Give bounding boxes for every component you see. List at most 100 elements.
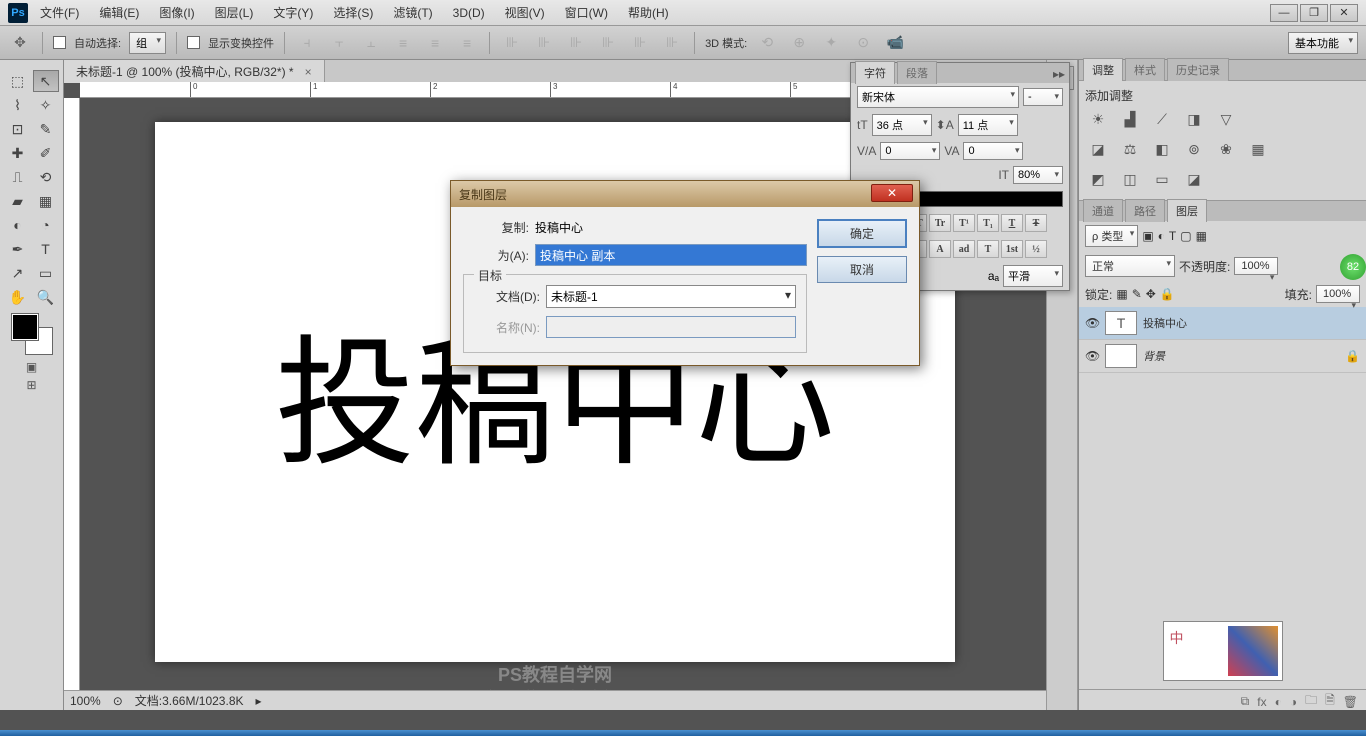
fraction-button[interactable]: ½ [1025, 240, 1047, 258]
titling-button[interactable]: T [977, 240, 999, 258]
tab-character[interactable]: 字符 [855, 61, 895, 84]
balance-icon[interactable]: ⚖ [1119, 140, 1141, 158]
minimize-button[interactable]: — [1270, 4, 1298, 22]
menu-filter[interactable]: 滤镜(T) [385, 2, 440, 23]
stylistic-button[interactable]: ad [953, 240, 975, 258]
visibility-icon[interactable]: 👁 [1085, 316, 1099, 330]
dialog-titlebar[interactable]: 复制图层 ✕ [451, 181, 919, 207]
ordinal-button[interactable]: 1st [1001, 240, 1023, 258]
pen-tool[interactable]: ✒ [5, 238, 31, 260]
layer-row[interactable]: 👁 T 投稿中心 [1079, 307, 1366, 340]
zoom-level[interactable]: 100% [70, 694, 101, 708]
as-input[interactable] [535, 244, 807, 266]
menu-help[interactable]: 帮助(H) [620, 2, 677, 23]
maximize-button[interactable]: ❐ [1300, 4, 1328, 22]
dialog-close-button[interactable]: ✕ [871, 184, 913, 202]
blend-mode-dropdown[interactable]: 正常 [1085, 255, 1175, 277]
hand-tool[interactable]: ✋ [5, 286, 31, 308]
tab-history[interactable]: 历史记录 [1167, 58, 1229, 81]
tab-adjustments[interactable]: 调整 [1083, 58, 1123, 81]
exposure-icon[interactable]: ◨ [1183, 110, 1205, 128]
brush-tool[interactable]: ✐ [33, 142, 59, 164]
layer-thumbnail[interactable]: T [1105, 311, 1137, 335]
navigator-preview[interactable] [1079, 613, 1366, 689]
blur-tool[interactable]: ◐ [5, 214, 31, 236]
smallcaps-button[interactable]: Tr [929, 214, 951, 232]
document-dropdown[interactable]: 未标题-1 [546, 285, 796, 308]
font-family-dropdown[interactable]: 新宋体 [857, 86, 1019, 108]
opacity-input[interactable]: 100% [1234, 257, 1278, 275]
lock-paint-icon[interactable]: ✎ [1132, 287, 1142, 301]
tab-paragraph[interactable]: 段落 [897, 61, 937, 84]
lock-move-icon[interactable]: ✥ [1146, 287, 1156, 301]
workspace-dropdown[interactable]: 基本功能 [1288, 32, 1358, 54]
layer-name[interactable]: 投稿中心 [1143, 315, 1187, 331]
close-button[interactable]: ✕ [1330, 4, 1358, 22]
superscript-button[interactable]: T¹ [953, 214, 975, 232]
visibility-icon[interactable]: 👁 [1085, 349, 1099, 363]
eyedropper-tool[interactable]: ✎ [33, 118, 59, 140]
channel-mixer-icon[interactable]: ⊚ [1183, 140, 1205, 158]
delete-icon[interactable]: 🗑 [1343, 695, 1358, 709]
tab-close-icon[interactable]: × [305, 65, 312, 79]
filter-shape-icon[interactable]: ▢ [1180, 229, 1191, 243]
font-style-dropdown[interactable]: - [1023, 88, 1063, 106]
gradient-map-icon[interactable]: ▭ [1151, 170, 1173, 188]
zoom-slider-icon[interactable]: ⊙ [113, 694, 123, 708]
strike-button[interactable]: Ŧ [1025, 214, 1047, 232]
statusbar-arrow-icon[interactable]: ▸ [256, 694, 262, 708]
bw-icon[interactable]: ◧ [1151, 140, 1173, 158]
menu-window[interactable]: 窗口(W) [557, 2, 616, 23]
move-tool[interactable]: ↖ [33, 70, 59, 92]
menu-3d[interactable]: 3D(D) [445, 4, 493, 22]
path-tool[interactable]: ↗ [5, 262, 31, 284]
lock-transparent-icon[interactable]: ▦ [1116, 287, 1127, 301]
adjustment-icon[interactable]: ◑ [1290, 695, 1297, 709]
tab-styles[interactable]: 样式 [1125, 58, 1165, 81]
collapse-icon[interactable]: ▸▸ [1049, 65, 1069, 83]
menu-image[interactable]: 图像(I) [151, 2, 202, 23]
document-tab[interactable]: 未标题-1 @ 100% (投稿中心, RGB/32*) * × [64, 60, 325, 83]
stamp-tool[interactable]: ⎍ [5, 166, 31, 188]
brightness-icon[interactable]: ☀ [1087, 110, 1109, 128]
lasso-tool[interactable]: ⌇ [5, 94, 31, 116]
filter-type-icon[interactable]: T [1169, 229, 1176, 243]
zoom-tool[interactable]: 🔍 [33, 286, 59, 308]
filter-smart-icon[interactable]: ▦ [1196, 229, 1207, 243]
color-lookup-icon[interactable]: ❀ [1215, 140, 1237, 158]
leading-input[interactable]: 11 点 [958, 114, 1018, 136]
group-icon[interactable]: 🗀 [1305, 691, 1317, 712]
quickmask-icon[interactable]: ▣ [26, 360, 37, 374]
tracking-input[interactable]: 0 [963, 142, 1023, 160]
photo-filter-icon[interactable]: ◪ [1087, 140, 1109, 158]
menu-edit[interactable]: 编辑(E) [91, 2, 147, 23]
ok-button[interactable]: 确定 [817, 219, 907, 248]
dodge-tool[interactable]: ◔ [33, 214, 59, 236]
tab-layers[interactable]: 图层 [1167, 199, 1207, 222]
foreground-color[interactable] [12, 314, 38, 340]
hscale-input[interactable]: 80% [1013, 166, 1063, 184]
menu-view[interactable]: 视图(V) [497, 2, 553, 23]
filter-adjust-icon[interactable]: ◐ [1158, 229, 1165, 243]
filter-pixel-icon[interactable]: ▣ [1142, 229, 1153, 243]
mask-icon[interactable]: ◐ [1275, 695, 1282, 709]
autoselect-checkbox[interactable] [53, 36, 66, 49]
layer-thumbnail[interactable] [1105, 344, 1137, 368]
font-size-input[interactable]: 36 点 [872, 114, 932, 136]
layer-name[interactable]: 背景 [1143, 348, 1165, 364]
kerning-input[interactable]: 0 [880, 142, 940, 160]
subscript-button[interactable]: T₁ [977, 214, 999, 232]
transform-checkbox[interactable] [187, 36, 200, 49]
menu-layer[interactable]: 图层(L) [207, 2, 262, 23]
screen-mode-icon[interactable]: ⊞ [26, 378, 36, 392]
autoselect-dropdown[interactable]: 组 [129, 32, 166, 54]
menu-select[interactable]: 选择(S) [325, 2, 381, 23]
link-icon[interactable]: ⧉ [1241, 694, 1250, 709]
fill-input[interactable]: 100% [1316, 285, 1360, 303]
levels-icon[interactable]: ▟ [1119, 110, 1141, 128]
layer-filter-type[interactable]: ρ 类型 [1085, 225, 1138, 247]
marquee-tool[interactable]: ⬚ [5, 70, 31, 92]
swash-button[interactable]: A [929, 240, 951, 258]
crop-tool[interactable]: ⊡ [5, 118, 31, 140]
cancel-button[interactable]: 取消 [817, 256, 907, 283]
